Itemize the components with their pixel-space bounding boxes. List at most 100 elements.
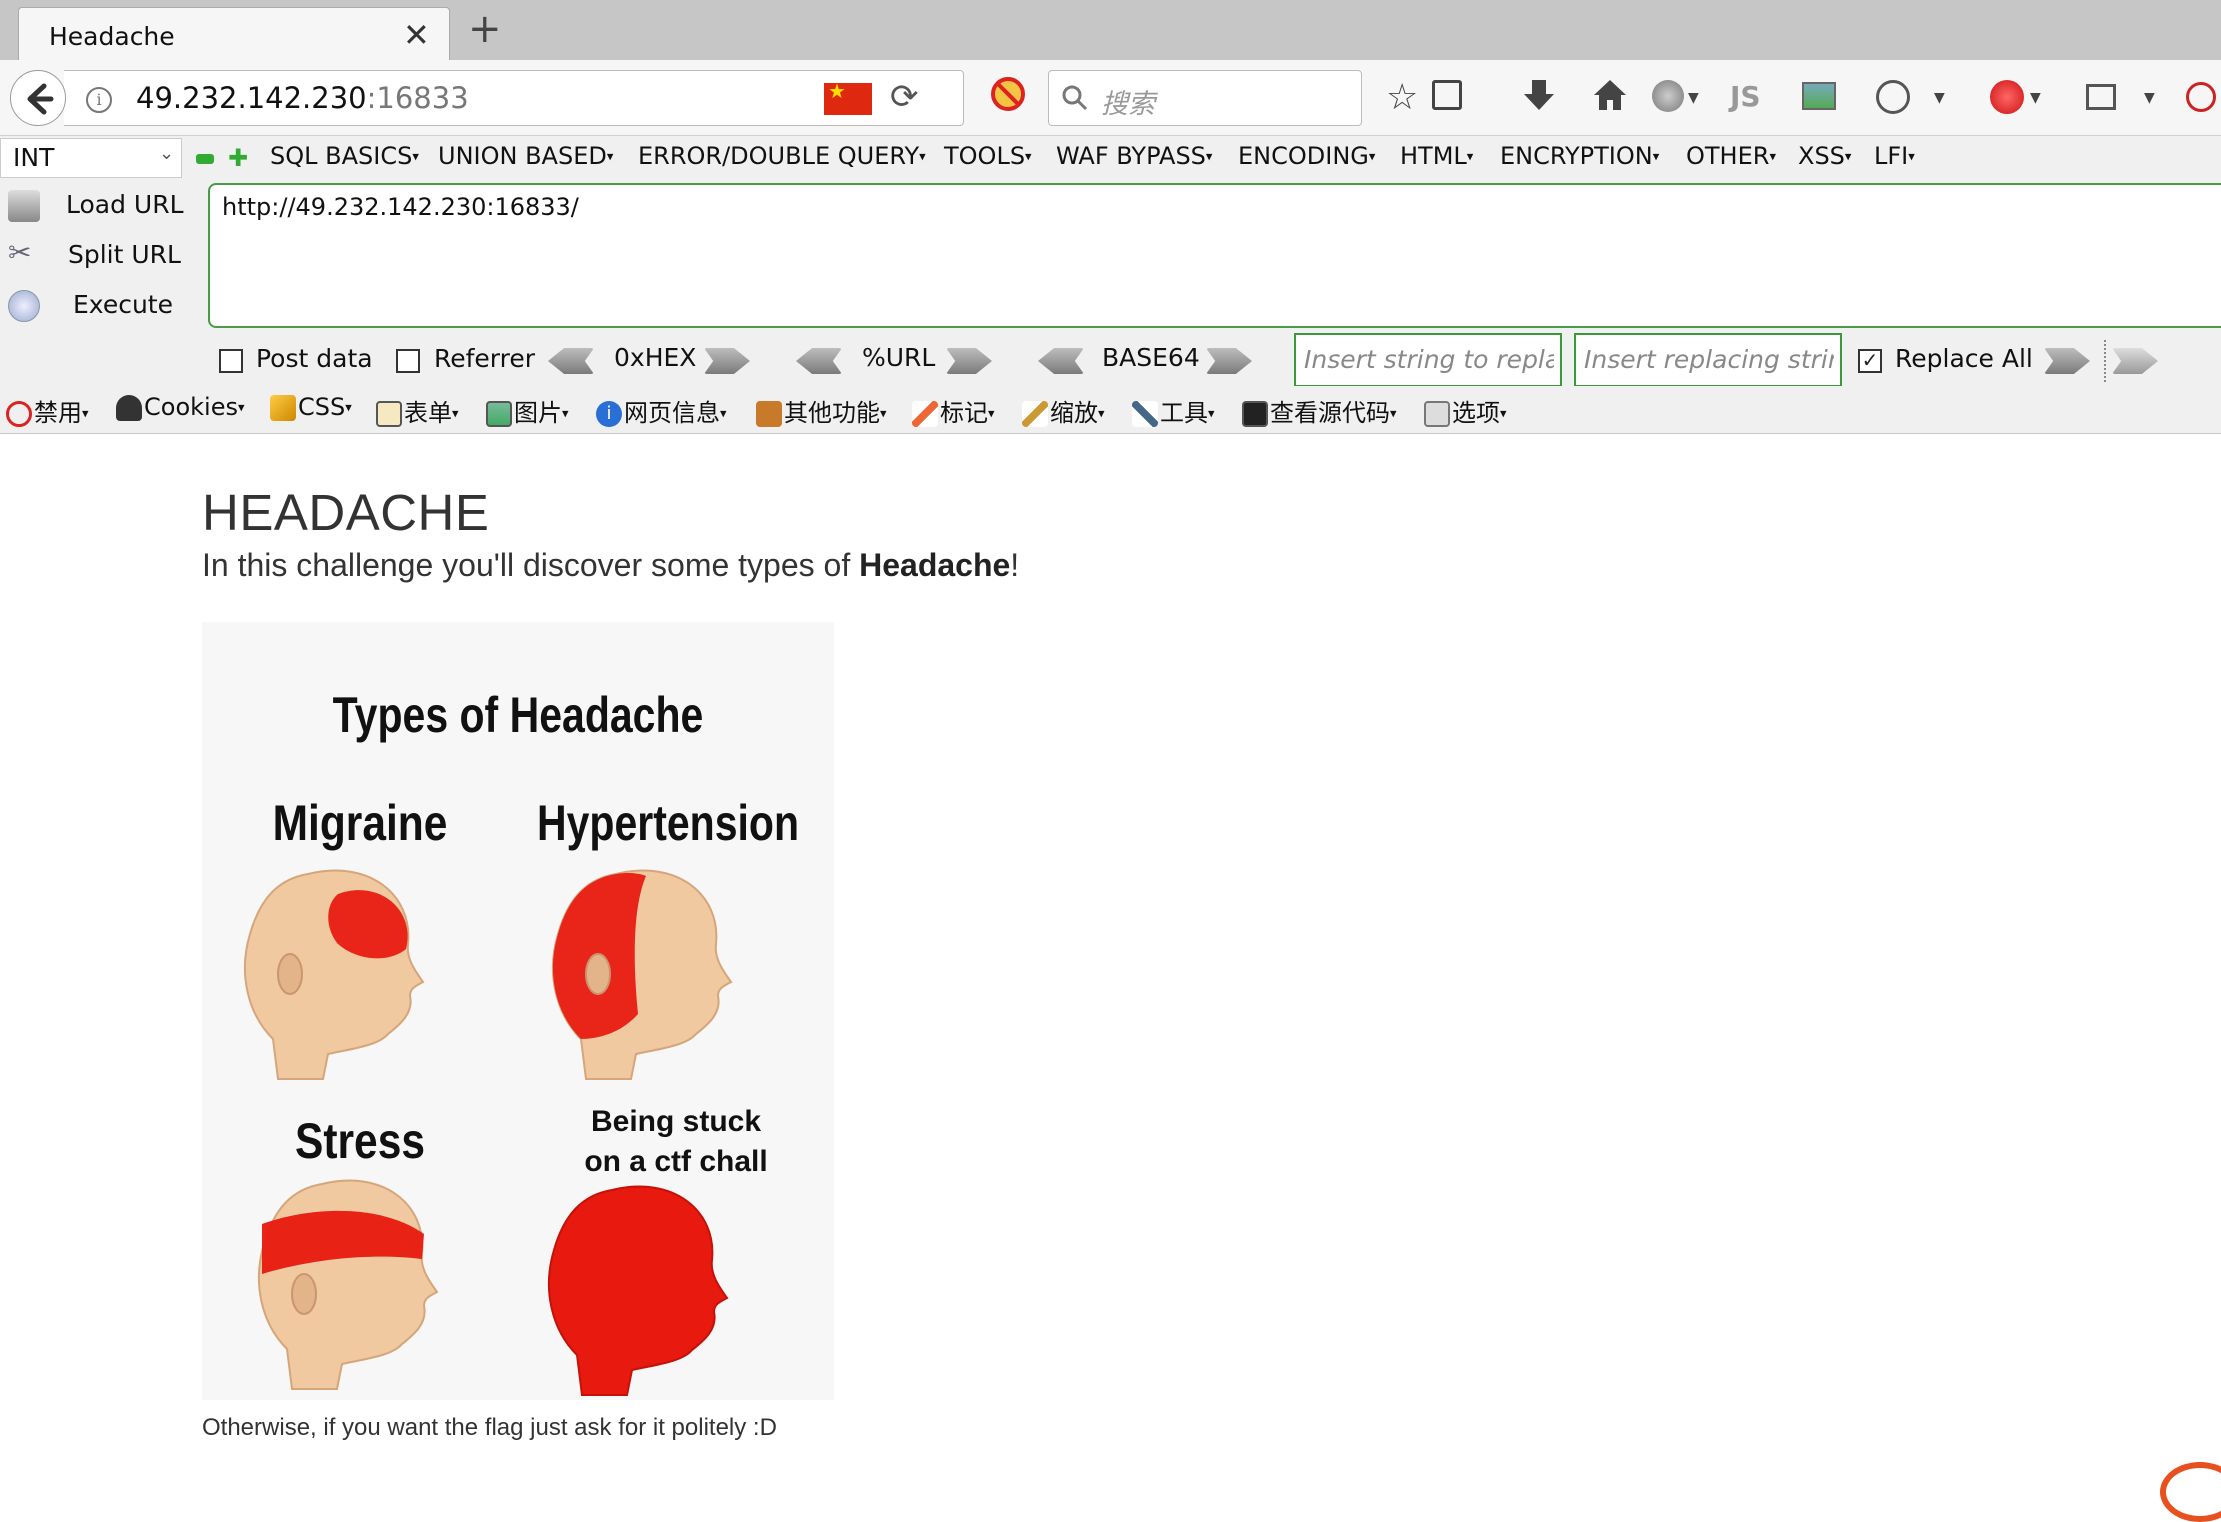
execute-icon bbox=[8, 290, 40, 322]
meme-title: Types of Headache bbox=[332, 687, 704, 743]
js-icon[interactable]: JS bbox=[1730, 80, 1761, 113]
menu-lfi[interactable]: LFI▾ bbox=[1874, 142, 1915, 170]
toolbar-disable[interactable]: 禁用▾ bbox=[6, 393, 89, 428]
dropdown-arrow-icon[interactable]: ▼ bbox=[1688, 74, 1699, 122]
post-data-label: Post data bbox=[256, 344, 373, 373]
zoom-icon[interactable] bbox=[2186, 82, 2216, 112]
reload-icon[interactable]: ⟳ bbox=[890, 77, 919, 117]
noscript-icon[interactable] bbox=[988, 74, 1028, 114]
subtitle-text: In this challenge you'll discover some t… bbox=[202, 547, 860, 583]
url-encode-label: %URL bbox=[862, 343, 936, 372]
replace-all-checkbox[interactable]: ✓ bbox=[1858, 349, 1882, 373]
toolbar-label: 表单 bbox=[404, 399, 452, 427]
plus-icon[interactable]: ✚ bbox=[228, 144, 248, 172]
execute-label: Execute bbox=[73, 290, 173, 319]
toolbar-tools[interactable]: 工具▾ bbox=[1132, 393, 1215, 428]
toolbar-resize[interactable]: 缩放▾ bbox=[1022, 393, 1105, 428]
sogou-logo-icon[interactable] bbox=[2160, 1462, 2221, 1522]
options-icon bbox=[1424, 401, 1450, 427]
toolbar-css[interactable]: CSS▾ bbox=[270, 393, 352, 421]
globe-icon[interactable] bbox=[1652, 80, 1684, 112]
migraine-head-illustration bbox=[243, 869, 425, 1080]
back-button[interactable] bbox=[10, 70, 66, 126]
toolbar-options[interactable]: 选项▾ bbox=[1424, 393, 1507, 428]
palette-icon[interactable] bbox=[1876, 80, 1910, 114]
site-info-icon[interactable]: i bbox=[86, 87, 112, 113]
replacing-string-input[interactable]: Insert replacing string bbox=[1574, 333, 1842, 387]
dropdown-arrow-icon[interactable]: ▼ bbox=[2144, 74, 2155, 122]
menu-label: OTHER bbox=[1686, 142, 1770, 170]
stress-head-illustration bbox=[257, 1179, 439, 1390]
menu-union-based[interactable]: UNION BASED▾ bbox=[438, 142, 613, 170]
meme-label-migraine: Migraine bbox=[272, 795, 448, 851]
new-tab-button[interactable]: + bbox=[468, 6, 502, 52]
chevron-down-icon: ⌄ bbox=[159, 143, 175, 164]
meme-label-ctf: Being stuck on a ctf chall bbox=[518, 1102, 834, 1182]
page-subtitle: In this challenge you'll discover some t… bbox=[202, 547, 1019, 584]
replace-string-placeholder: Insert string to replace bbox=[1304, 345, 1554, 374]
referrer-checkbox[interactable] bbox=[396, 349, 420, 373]
dropdown-arrow-icon[interactable]: ▼ bbox=[2030, 74, 2041, 122]
close-tab-icon[interactable]: ✕ bbox=[403, 16, 430, 54]
book-icon bbox=[756, 401, 782, 427]
menu-tools[interactable]: TOOLS▾ bbox=[944, 142, 1032, 170]
referrer-label: Referrer bbox=[434, 344, 536, 373]
address-text[interactable]: 49.232.142.230:16833 bbox=[136, 81, 469, 115]
hackbar-icon[interactable] bbox=[1990, 80, 2024, 114]
minus-icon[interactable] bbox=[196, 154, 214, 164]
split-url-button[interactable]: ✂ Split URL bbox=[0, 234, 200, 278]
hackbar-url-textarea[interactable]: http://49.232.142.230:16833/ bbox=[208, 183, 2221, 328]
menu-label: SQL BASICS bbox=[270, 142, 413, 170]
toolbar-label: 选项 bbox=[1452, 399, 1500, 427]
toolbar-forms[interactable]: 表单▾ bbox=[376, 393, 459, 428]
home-icon[interactable] bbox=[1592, 78, 1628, 112]
info-icon: i bbox=[596, 401, 622, 427]
menu-html[interactable]: HTML▾ bbox=[1400, 142, 1473, 170]
toolbar-cookies[interactable]: Cookies▾ bbox=[116, 393, 245, 421]
toolbar-page-info[interactable]: i 网页信息▾ bbox=[596, 393, 727, 428]
menu-xss[interactable]: XSS▾ bbox=[1798, 142, 1851, 170]
clipboard-icon bbox=[376, 401, 402, 427]
menu-encryption[interactable]: ENCRYPTION▾ bbox=[1500, 142, 1659, 170]
menu-encoding[interactable]: ENCODING▾ bbox=[1238, 142, 1375, 170]
menu-label: WAF BYPASS bbox=[1056, 142, 1206, 170]
load-url-button[interactable]: Load URL bbox=[0, 184, 200, 228]
menu-label: TOOLS bbox=[944, 142, 1026, 170]
separator bbox=[2104, 340, 2106, 382]
menu-label: ENCRYPTION bbox=[1500, 142, 1653, 170]
toolbar-label: 查看源代码 bbox=[1270, 399, 1390, 427]
load-url-icon bbox=[8, 190, 40, 222]
browser-tab[interactable]: Headache ✕ bbox=[18, 7, 450, 61]
url-port: :16833 bbox=[366, 81, 469, 115]
download-icon[interactable] bbox=[1522, 78, 1556, 114]
reading-list-icon[interactable] bbox=[1432, 80, 1462, 110]
toolbar-outline[interactable]: 标记▾ bbox=[912, 393, 995, 428]
scissors-icon: ✂ bbox=[8, 236, 32, 269]
window-icon[interactable] bbox=[2086, 84, 2116, 110]
toolbar-misc[interactable]: 其他功能▾ bbox=[756, 393, 887, 428]
address-bar[interactable]: i 49.232.142.230:16833 ★ ⟳ bbox=[64, 70, 964, 126]
menu-label: LFI bbox=[1874, 142, 1909, 170]
dropdown-arrow-icon[interactable]: ▼ bbox=[1934, 74, 1945, 122]
menu-error-double-query[interactable]: ERROR/DOUBLE QUERY▾ bbox=[638, 142, 926, 170]
replace-string-input[interactable]: Insert string to replace bbox=[1294, 333, 1562, 387]
toolbar-images[interactable]: 图片▾ bbox=[486, 393, 569, 428]
type-select[interactable]: INT ⌄ bbox=[0, 138, 182, 178]
image-icon[interactable] bbox=[1802, 82, 1836, 110]
execute-button[interactable]: Execute bbox=[0, 284, 200, 328]
meme-label-hypertension: Hypertension bbox=[536, 795, 799, 851]
menu-other[interactable]: OTHER▾ bbox=[1686, 142, 1776, 170]
post-data-checkbox[interactable] bbox=[219, 349, 243, 373]
menu-label: XSS bbox=[1798, 142, 1845, 170]
menu-waf-bypass[interactable]: WAF BYPASS▾ bbox=[1056, 142, 1212, 170]
toolbar-view-source[interactable]: 查看源代码▾ bbox=[1242, 393, 1397, 428]
menu-label: ENCODING bbox=[1238, 142, 1369, 170]
page-title: HEADACHE bbox=[202, 484, 490, 541]
ruler-icon bbox=[1022, 401, 1048, 427]
star-icon[interactable]: ☆ bbox=[1386, 74, 1418, 122]
pencil-icon bbox=[912, 401, 938, 427]
search-bar[interactable]: 搜索 bbox=[1048, 70, 1362, 126]
menu-sql-basics[interactable]: SQL BASICS▾ bbox=[270, 142, 419, 170]
search-placeholder: 搜索 bbox=[1101, 89, 1155, 120]
toolbar-label: 网页信息 bbox=[624, 399, 720, 427]
